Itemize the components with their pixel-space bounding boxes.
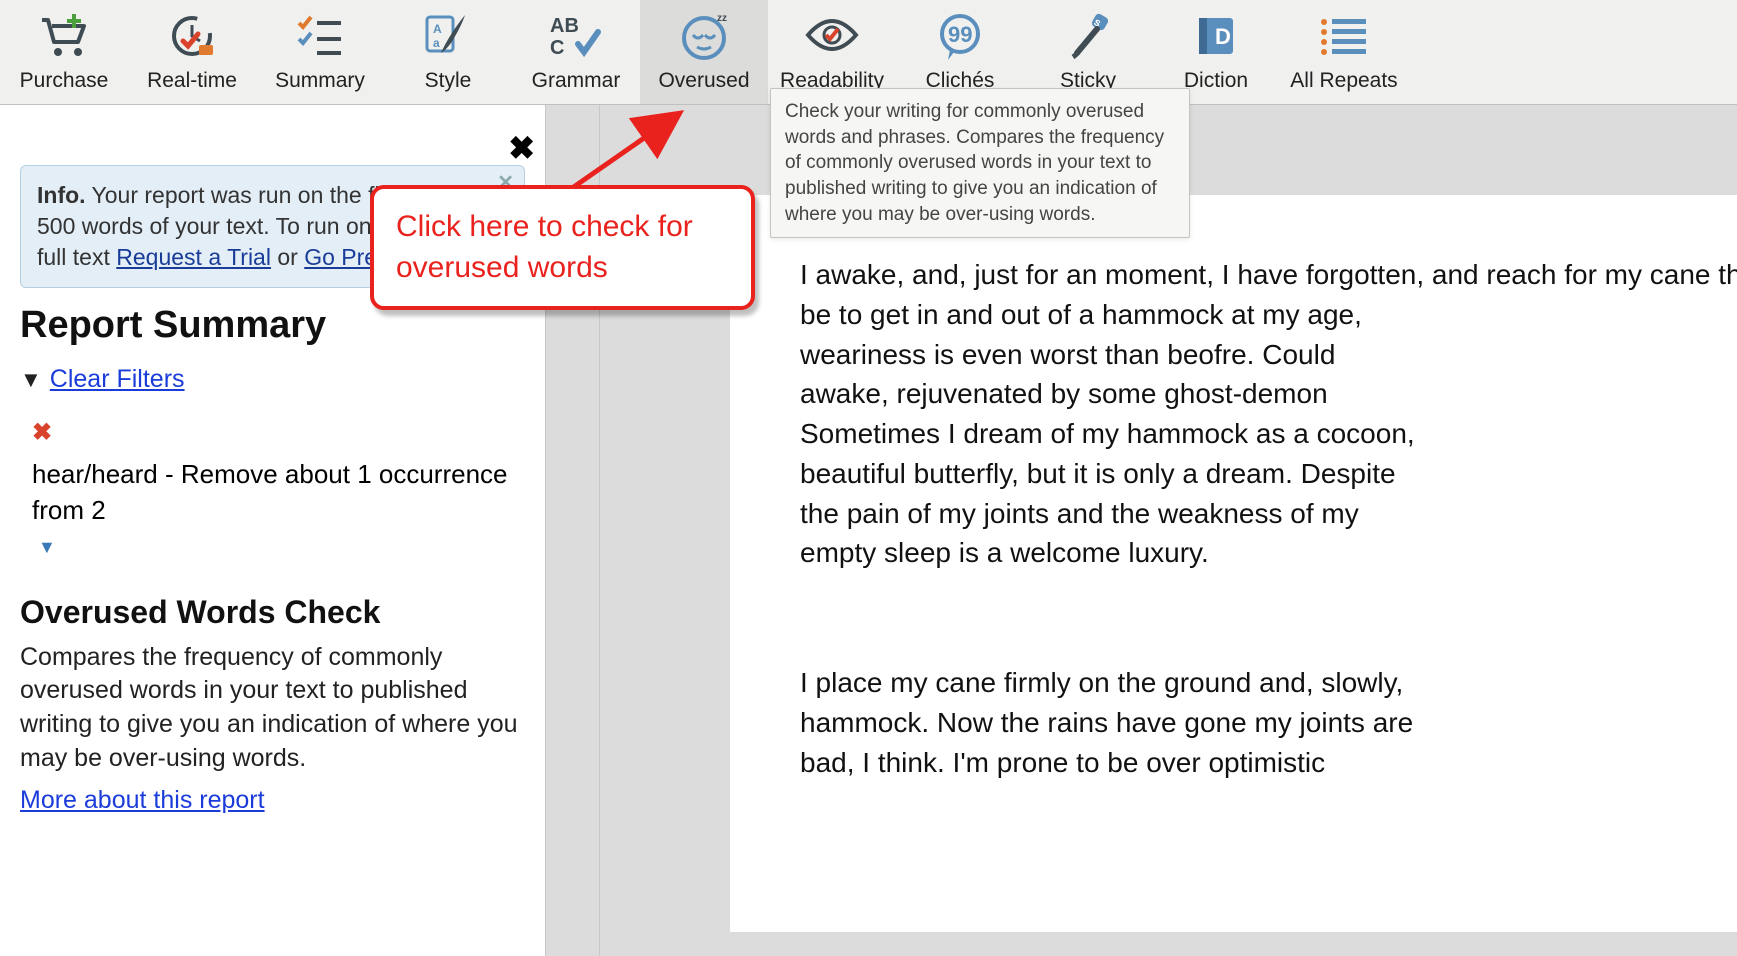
paragraph: I awake, and, just for an moment, I have… [800,255,1737,573]
svg-text:AB: AB [550,15,579,37]
dictionary-icon: D [1191,11,1241,61]
svg-text:a: a [433,36,440,50]
sleepy-face-icon: zz [677,11,731,61]
annotation-callout: Click here to check for overused words [370,185,755,310]
clock-check-icon [165,11,219,61]
toolbar-summary[interactable]: Summary [256,0,384,104]
toolbar-grammar[interactable]: AB C Grammar [512,0,640,104]
toolbar-allrepeats[interactable]: All Repeats [1280,0,1408,104]
more-about-link[interactable]: More about this report [20,786,265,815]
info-text: full text [37,244,116,270]
svg-text:D: D [1215,24,1231,49]
info-text: Your report was run on the first [86,182,406,208]
toolbar-label: Grammar [532,69,621,93]
svg-text:C: C [550,37,564,59]
document-page[interactable]: I awake, and, just for an moment, I have… [730,195,1737,932]
filter-text: hear/heard - Remove about 1 occurrence f… [32,456,525,529]
section-description: Compares the frequency of commonly overu… [20,641,525,776]
toolbar-purchase[interactable]: Purchase [0,0,128,104]
list-icon [1318,11,1370,61]
filter-icon: ▼ [20,367,42,393]
info-prefix: Info. [37,182,86,208]
cart-plus-icon [38,11,90,61]
toolbar-style[interactable]: A a Style [384,0,512,104]
close-icon[interactable]: ✖ [508,129,535,167]
quote-bubble-icon: 99 [934,11,986,61]
toolbar-label: Real-time [147,69,237,93]
abc-check-icon: AB C [548,11,604,61]
paragraph: I place my cane firmly on the ground and… [800,663,1737,782]
checklist-icon [295,11,345,61]
section-title: Overused Words Check [20,594,525,631]
svg-text:A: A [433,22,442,36]
eye-check-icon [804,11,860,61]
svg-text:zz: zz [717,13,727,24]
overused-tooltip: Check your writing for commonly overused… [770,88,1190,238]
brush-icon: s [1063,11,1113,61]
toolbar-label: All Repeats [1290,69,1397,93]
toolbar-realtime[interactable]: Real-time [128,0,256,104]
remove-filter-icon[interactable]: ✖ [32,416,52,450]
info-text: 500 words of your text. To run on the [37,213,410,239]
clear-filters-link[interactable]: Clear Filters [50,365,185,394]
toolbar-overused[interactable]: zz Overused [640,0,768,104]
toolbar-label: Overused [658,69,749,93]
toolbar-label: Style [425,69,472,93]
info-or: or [271,244,304,270]
quill-page-icon: A a [421,11,475,61]
chevron-down-icon[interactable]: ▼ [38,535,56,560]
report-title: Report Summary [20,304,525,347]
filter-item[interactable]: ✖ hear/heard - Remove about 1 occurrence… [20,416,525,560]
toolbar-label: Summary [275,69,365,93]
svg-text:99: 99 [948,22,972,47]
clear-filters-row: ▼ Clear Filters [20,365,525,394]
request-trial-link[interactable]: Request a Trial [116,244,271,270]
toolbar-label: Purchase [20,69,109,93]
toolbar-label: Diction [1184,69,1248,93]
